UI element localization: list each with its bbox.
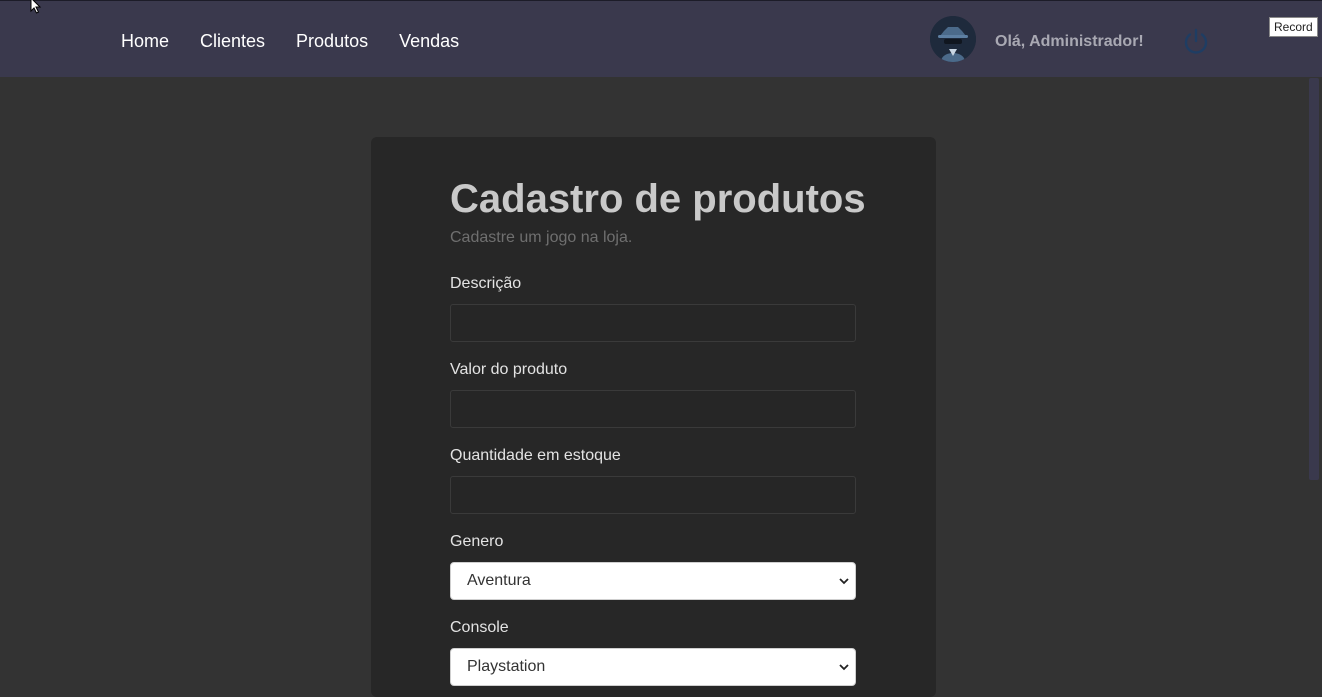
genero-selected-value: Aventura xyxy=(467,572,531,589)
scrollbar-thumb[interactable] xyxy=(1309,78,1319,480)
valor-input[interactable] xyxy=(450,390,856,428)
nav-clientes-link[interactable]: Clientes xyxy=(200,30,265,52)
top-navbar: Home Clientes Produtos Vendas Olá, Admin… xyxy=(0,0,1322,77)
avatar xyxy=(930,16,976,62)
console-label: Console xyxy=(450,619,509,636)
nav-home-link[interactable]: Home xyxy=(121,30,169,52)
descricao-label: Descrição xyxy=(450,275,522,292)
descricao-input[interactable] xyxy=(450,304,856,342)
mouse-cursor-icon xyxy=(30,0,42,14)
record-tooltip: Record xyxy=(1269,17,1318,37)
console-selected-value: Playstation xyxy=(467,658,546,675)
quantidade-input[interactable] xyxy=(450,476,856,514)
main-nav: Home Clientes Produtos Vendas xyxy=(121,30,490,52)
page-subtitle: Cadastre um jogo na loja. xyxy=(450,229,633,246)
genero-label: Genero xyxy=(450,533,504,550)
quantidade-label: Quantidade em estoque xyxy=(450,447,621,464)
page-title: Cadastro de produtos xyxy=(450,177,866,221)
chevron-down-icon xyxy=(839,578,849,585)
console-select[interactable]: Playstation xyxy=(450,648,856,686)
chevron-down-icon xyxy=(839,664,849,671)
power-icon[interactable] xyxy=(1181,26,1211,56)
user-greeting: Olá, Administrador! xyxy=(995,33,1144,50)
genero-select[interactable]: Aventura xyxy=(450,562,856,600)
valor-label: Valor do produto xyxy=(450,361,568,378)
nav-vendas-link[interactable]: Vendas xyxy=(399,30,459,52)
nav-produtos-link[interactable]: Produtos xyxy=(296,30,368,52)
